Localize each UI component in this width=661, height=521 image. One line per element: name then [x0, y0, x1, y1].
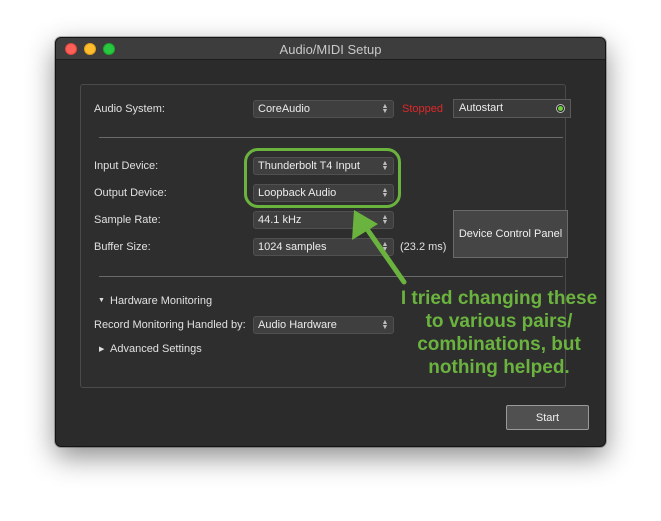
annotation-line: nothing helped.: [428, 357, 570, 378]
annotation-text: I tried changing these to various pairs/…: [388, 287, 610, 379]
annotation-arrow-icon: [352, 210, 407, 285]
annotation-line: combinations, but: [417, 334, 581, 355]
annotation-line: I tried changing these: [400, 288, 598, 309]
annotation-line: to various pairs/: [425, 311, 573, 332]
